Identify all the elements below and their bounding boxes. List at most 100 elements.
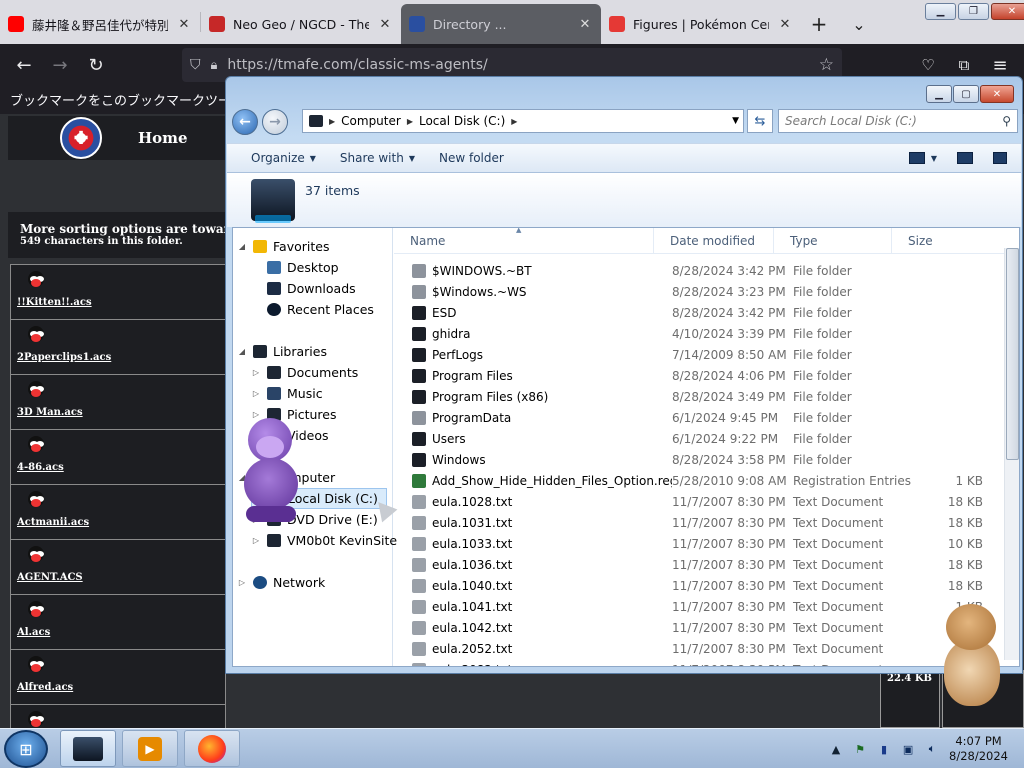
- agent-mascot-icon[interactable]: [25, 601, 47, 623]
- taskbar-media-player-button[interactable]: ▶: [122, 730, 178, 767]
- agent-mascot-icon[interactable]: [25, 436, 47, 458]
- agent-link[interactable]: Actmanii.acs: [17, 517, 219, 528]
- column-date[interactable]: Date modified: [654, 228, 774, 253]
- url-text[interactable]: https://tmafe.com/classic-ms-agents/: [227, 57, 487, 73]
- agent-link[interactable]: Al.acs: [17, 627, 219, 638]
- nav-item[interactable]: ▷ Network: [237, 572, 325, 593]
- file-row[interactable]: eula.1033.txt 11/7/2007 8:30 PM Text Docum…: [394, 533, 1004, 554]
- nav-item[interactable]: Recent Places: [251, 299, 374, 320]
- file-row[interactable]: PerfLogs 7/14/2009 8:50 AM File folder: [394, 344, 1004, 365]
- refresh-icon[interactable]: ⇆: [747, 109, 773, 133]
- network-tray-icon[interactable]: ▣: [901, 742, 915, 756]
- help-icon[interactable]: [993, 152, 1007, 164]
- reload-icon[interactable]: ↻: [78, 47, 114, 83]
- clock[interactable]: 4:07 PM 8/28/2024: [949, 734, 1008, 764]
- share-with-button[interactable]: Share with ▼: [328, 151, 427, 165]
- column-type[interactable]: Type: [774, 228, 892, 253]
- breadcrumb-separator[interactable]: ▶: [511, 117, 517, 126]
- agent-link[interactable]: !!Kitten!!.acs: [17, 297, 219, 308]
- agent-link[interactable]: Alfred.acs: [17, 682, 219, 693]
- file-row[interactable]: eula.1036.txt 11/7/2007 8:30 PM Text Docum…: [394, 554, 1004, 575]
- shield-icon[interactable]: ⛉: [190, 57, 201, 73]
- agent-mascot-icon[interactable]: [25, 381, 47, 403]
- expand-arrow-icon[interactable]: ▷: [251, 536, 261, 545]
- agent-mascot-icon[interactable]: [25, 546, 47, 568]
- agent-link[interactable]: 2Paperclips1.acs: [17, 352, 219, 363]
- file-row[interactable]: eula.3082.txt11/7/2007 8:30 PMText Docum…: [394, 659, 1004, 666]
- browser-tab[interactable]: Neo Geo / NGCD - The Spri ✕: [201, 4, 401, 44]
- nav-item[interactable]: ▷ Music: [251, 383, 323, 404]
- tab-close-icon[interactable]: ✕: [577, 17, 593, 32]
- file-row[interactable]: eula.1041.txt 11/7/2007 8:30 PM Text Docum…: [394, 596, 1004, 617]
- nav-item[interactable]: ▷ VM0b0t KevinSite: [251, 530, 397, 551]
- file-row[interactable]: ProgramData 6/1/2024 9:45 PM File folder: [394, 407, 1004, 428]
- search-icon[interactable]: ⚲: [1002, 114, 1011, 128]
- file-row[interactable]: Add_Show_Hide_Hidden_Files_Option.reg 5/2…: [394, 470, 1004, 491]
- close-button[interactable]: ✕: [991, 3, 1024, 20]
- volume-icon[interactable]: 🔈︎: [925, 742, 939, 756]
- explorer-forward-button[interactable]: →: [262, 109, 288, 135]
- change-view-button[interactable]: ▼: [908, 152, 937, 164]
- expand-arrow-icon[interactable]: ◢: [237, 242, 247, 251]
- agent-mascot-icon[interactable]: [25, 326, 47, 348]
- expand-arrow-icon[interactable]: ▷: [237, 578, 247, 587]
- expand-arrow-icon[interactable]: ▷: [251, 389, 261, 398]
- expand-arrow-icon[interactable]: ◢: [237, 347, 247, 356]
- agent-mascot-icon[interactable]: [25, 656, 47, 678]
- file-row[interactable]: $Windows.~WS 8/28/2024 3:23 PM File folder: [394, 281, 1004, 302]
- back-arrow-icon[interactable]: ←: [6, 47, 42, 83]
- organize-button[interactable]: Organize ▼: [239, 151, 328, 165]
- home-link[interactable]: Home: [138, 129, 188, 147]
- file-row[interactable]: eula.1042.txt 11/7/2007 8:30 PM Text Docum…: [394, 617, 1004, 638]
- device-icon[interactable]: ▮: [877, 742, 891, 756]
- file-row[interactable]: ghidra 4/10/2024 3:39 PM File folder: [394, 323, 1004, 344]
- file-row[interactable]: Program Files (x86) 8/28/2024 3:49 PM File…: [394, 386, 1004, 407]
- explorer-close-button[interactable]: ✕: [980, 85, 1014, 103]
- start-button[interactable]: ⊞: [4, 730, 48, 768]
- file-row[interactable]: eula.2052.txt 11/7/2007 8:30 PM Text Docum…: [394, 638, 1004, 659]
- file-row[interactable]: $WINDOWS.~BT 8/28/2024 3:42 PM File folder: [394, 260, 1004, 281]
- new-tab-button[interactable]: +: [801, 4, 837, 44]
- nav-item[interactable]: Downloads: [251, 278, 356, 299]
- breadcrumb-computer[interactable]: Computer: [341, 114, 401, 128]
- taskbar-firefox-button[interactable]: [184, 730, 240, 767]
- file-row[interactable]: Program Files 8/28/2024 4:06 PM File folde…: [394, 365, 1004, 386]
- agent-link[interactable]: AGENT.ACS: [17, 572, 219, 583]
- tab-close-icon[interactable]: ✕: [377, 17, 393, 32]
- tab-close-icon[interactable]: ✕: [176, 17, 192, 32]
- address-bar[interactable]: ▶ Computer ▶ Local Disk (C:) ▶ ▼: [302, 109, 744, 133]
- preview-pane-icon[interactable]: [957, 152, 973, 164]
- maximize-button[interactable]: ❐: [958, 3, 989, 20]
- new-folder-button[interactable]: New folder: [427, 151, 516, 165]
- scrollbar-thumb[interactable]: [1006, 248, 1019, 460]
- breadcrumb-separator[interactable]: ▶: [407, 117, 413, 126]
- browser-tab[interactable]: Figures | Pokémon Center ✕: [601, 4, 801, 44]
- file-row[interactable]: Windows 8/28/2024 3:58 PM File folder: [394, 449, 1004, 470]
- agent-link[interactable]: 4-86.acs: [17, 462, 219, 473]
- nav-item[interactable]: Desktop: [251, 257, 339, 278]
- explorer-back-button[interactable]: ←: [232, 109, 258, 135]
- agent-mascot-icon[interactable]: [25, 271, 47, 293]
- breadcrumb-separator[interactable]: ▶: [329, 117, 335, 126]
- nav-item[interactable]: ◢ Libraries: [237, 341, 327, 362]
- agent-mascot-icon[interactable]: [25, 491, 47, 513]
- tab-close-icon[interactable]: ✕: [777, 17, 793, 32]
- file-row[interactable]: eula.1040.txt 11/7/2007 8:30 PM Text Docum…: [394, 575, 1004, 596]
- browser-tab[interactable]: 藤井隆＆野呂佳代が特別M ✕: [0, 4, 200, 44]
- column-name[interactable]: Name ▲: [394, 228, 654, 253]
- lock-icon[interactable]: 🔒︎: [211, 58, 218, 73]
- file-row[interactable]: eula.1028.txt 11/7/2007 8:30 PM Text Docum…: [394, 491, 1004, 512]
- show-hidden-icons-button[interactable]: ▲: [829, 742, 843, 756]
- list-all-tabs-button[interactable]: ⌄: [841, 4, 877, 44]
- search-input[interactable]: Search Local Disk (C:) ⚲: [778, 109, 1018, 133]
- explorer-maximize-button[interactable]: ▢: [953, 85, 979, 103]
- agent-link[interactable]: 3D Man.acs: [17, 407, 219, 418]
- file-row[interactable]: Users 6/1/2024 9:22 PM File folder: [394, 428, 1004, 449]
- hamster-character[interactable]: [938, 604, 1006, 710]
- nav-item[interactable]: ▷ Documents: [251, 362, 358, 383]
- nav-item[interactable]: ◢ Favorites: [237, 236, 330, 257]
- vertical-scrollbar[interactable]: [1004, 248, 1019, 660]
- explorer-minimize-button[interactable]: ▁: [926, 85, 952, 103]
- breadcrumb-local-disk[interactable]: Local Disk (C:): [419, 114, 505, 128]
- taskbar-explorer-button[interactable]: [60, 730, 116, 767]
